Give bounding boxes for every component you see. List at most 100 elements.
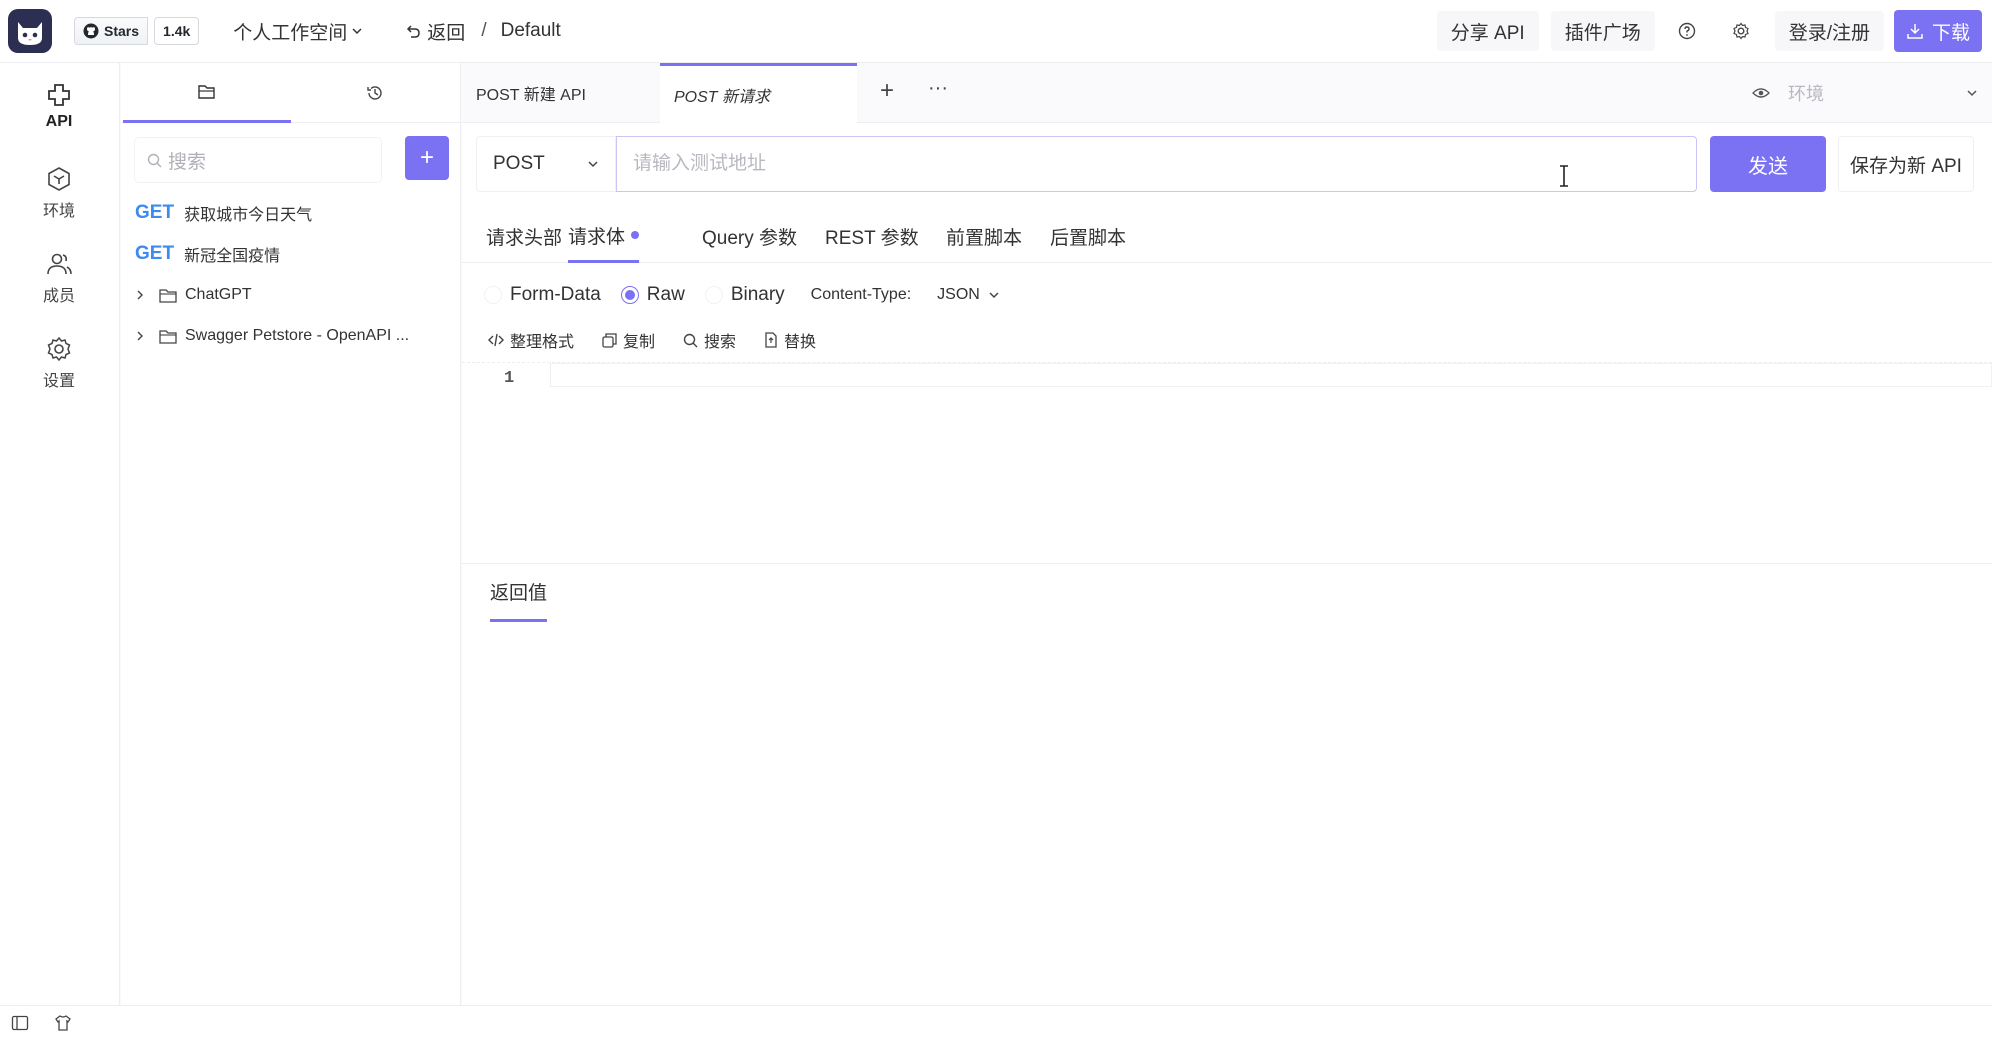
undo-icon (407, 25, 421, 38)
tab-rest-params[interactable]: REST 参数 (825, 210, 919, 263)
radio-form-data[interactable]: Form-Data (484, 284, 601, 306)
tool-label: 整理格式 (510, 334, 575, 351)
tab-pre-script[interactable]: 前置脚本 (946, 210, 1022, 263)
rail-item-settings[interactable]: 设置 (0, 335, 118, 391)
tab-request[interactable]: POST 新建 API (462, 63, 660, 123)
help-icon[interactable] (1665, 11, 1709, 51)
folder-item[interactable]: ChatGPT (135, 286, 252, 304)
tab-headers[interactable]: 请求头部 (486, 210, 562, 263)
code-editor[interactable]: 1 (462, 362, 1992, 563)
url-input[interactable] (616, 136, 1697, 192)
search-placeholder: 搜索 (168, 151, 207, 173)
request-tabs: POST 新建 API POST 新请求 + ··· 环境 (462, 63, 1992, 124)
breadcrumb[interactable]: Default (501, 20, 561, 42)
copy-icon (602, 332, 617, 348)
radio-circle-selected (620, 286, 639, 304)
tool-label: 搜索 (704, 334, 737, 351)
back-label: 返回 (427, 22, 466, 44)
tab-post-script[interactable]: 后置脚本 (1050, 210, 1126, 263)
more-icon[interactable]: ··· (928, 77, 948, 100)
gear-icon (47, 336, 71, 362)
breadcrumb-separator: / (481, 20, 487, 41)
response-panel: 返回值 (462, 563, 1992, 1005)
environment-selector[interactable]: 环境 (1752, 63, 1992, 123)
method-value: POST (493, 153, 545, 174)
rail-item-members[interactable]: 成员 (0, 250, 118, 306)
radio-raw[interactable]: Raw (620, 284, 685, 306)
eye-icon[interactable] (1752, 87, 1770, 99)
tab-body-label: 请求体 (568, 226, 626, 248)
tab-request-active[interactable]: POST 新请求 (660, 63, 857, 124)
api-sidebar: 搜索 + GET 获取城市今日天气 GET 新冠全国疫情 ChatGPT Swa… (121, 63, 461, 1005)
request-bar: POST 发送 保存为新 API (476, 136, 1974, 192)
github-stars-button[interactable]: Stars (74, 17, 149, 45)
folder-icon (159, 288, 177, 303)
list-item[interactable]: GET 获取城市今日天气 (135, 201, 312, 225)
status-bar (0, 1005, 1992, 1040)
tab-history[interactable] (291, 63, 459, 123)
rail-item-api[interactable]: API (0, 81, 118, 131)
radio-binary[interactable]: Binary (704, 284, 785, 306)
content-type-select[interactable]: JSON (937, 286, 1000, 304)
login-register-button[interactable]: 登录/注册 (1774, 11, 1884, 51)
format-button[interactable]: 整理格式 (488, 328, 574, 352)
main-panel: POST 新建 API POST 新请求 + ··· 环境 POST 发送 保存… (462, 63, 1992, 1005)
send-button[interactable]: 发送 (1710, 136, 1826, 192)
users-icon (47, 253, 72, 275)
chevron-down-icon (352, 28, 362, 35)
rail-item-label: 设置 (42, 373, 75, 390)
sidebar-toggle-icon[interactable] (11, 1014, 29, 1032)
app-root: Stars 1.4k 个人工作空间 返回 / Default 分享 API 插件… (0, 0, 1992, 1040)
rail-item-label: 成员 (42, 288, 75, 305)
share-api-button[interactable]: 分享 API (1436, 11, 1539, 51)
workspace-label: 个人工作空间 (233, 22, 348, 44)
search-button[interactable]: 搜索 (683, 328, 736, 352)
tab-body[interactable]: 请求体 (568, 210, 640, 263)
download-button[interactable]: 下载 (1893, 10, 1982, 52)
rail-item-environment[interactable]: 环境 (0, 165, 118, 221)
folder-item[interactable]: Swagger Petstore - OpenAPI ... (135, 327, 409, 345)
folder-name: Swagger Petstore - OpenAPI ... (185, 327, 410, 344)
github-stars-count: 1.4k (154, 17, 200, 45)
radio-label: Binary (730, 284, 785, 305)
download-label: 下载 (1931, 22, 1970, 44)
rail-item-label: 环境 (42, 203, 75, 220)
line-number: 1 (504, 369, 515, 388)
method-badge: GET (135, 202, 175, 223)
radio-circle (704, 286, 723, 304)
shirt-icon[interactable] (54, 1014, 72, 1032)
settings-gear-icon[interactable] (1719, 11, 1763, 51)
api-icon (48, 84, 70, 106)
copy-button[interactable]: 复制 (602, 328, 655, 352)
save-as-api-button[interactable]: 保存为新 API (1838, 136, 1974, 192)
download-icon (1907, 24, 1923, 39)
body-type-options: Form-Data Raw Binary Content-Type: JSON (484, 275, 1000, 315)
replace-button[interactable]: 替换 (764, 328, 816, 352)
radio-label: Raw (646, 284, 685, 305)
tab-response[interactable]: 返回值 (490, 578, 548, 622)
text-cursor-icon (1560, 165, 1568, 187)
chevron-down-icon (989, 292, 999, 299)
add-tab-button[interactable]: + (880, 77, 894, 105)
search-icon (147, 153, 162, 167)
chevron-down-icon (1967, 90, 1977, 97)
plugin-market-button[interactable]: 插件广场 (1550, 11, 1655, 51)
github-icon (83, 23, 99, 39)
radio-circle (484, 286, 502, 304)
tab-query-params[interactable]: Query 参数 (702, 210, 797, 263)
method-select[interactable]: POST (476, 136, 616, 192)
rail-item-label: API (45, 113, 73, 130)
search-input[interactable]: 搜索 (135, 138, 381, 182)
app-logo[interactable] (8, 9, 52, 53)
back-button[interactable]: 返回 (405, 18, 465, 45)
github-stars[interactable]: Stars 1.4k (74, 17, 200, 45)
chevron-down-icon (588, 161, 598, 168)
replace-icon (765, 332, 777, 348)
api-name: 获取城市今日天气 (184, 207, 313, 224)
workspace-selector[interactable]: 个人工作空间 (233, 18, 363, 45)
active-line[interactable] (550, 363, 1992, 387)
code-icon (488, 333, 504, 347)
tab-api-list[interactable] (123, 63, 291, 123)
list-item[interactable]: GET 新冠全国疫情 (135, 242, 280, 266)
add-api-button[interactable]: + (405, 136, 449, 180)
